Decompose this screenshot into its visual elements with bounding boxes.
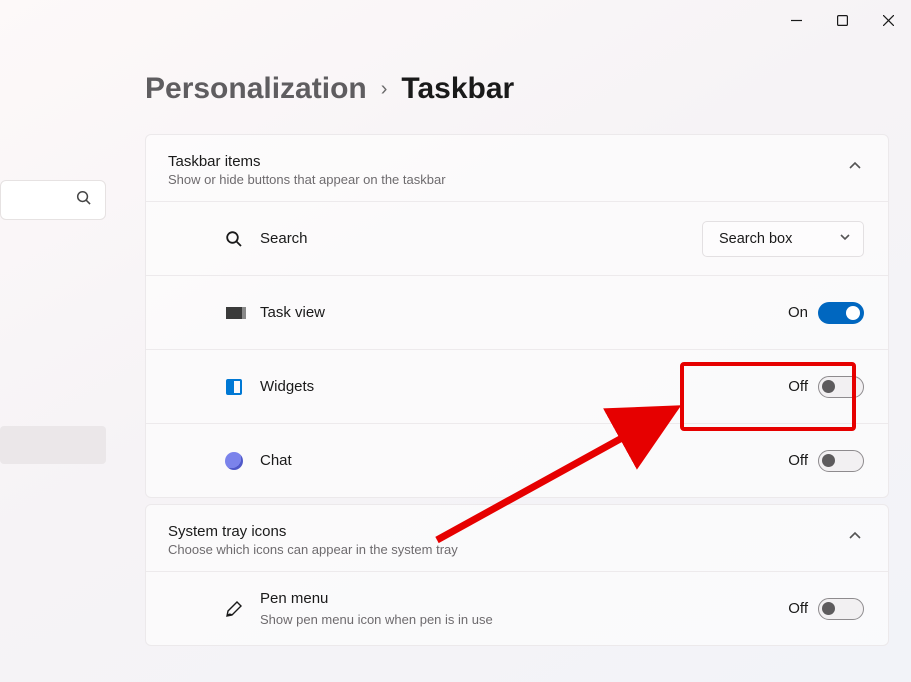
row-search: Search Search box <box>146 201 888 275</box>
search-mode-dropdown[interactable]: Search box <box>702 221 864 257</box>
row-label-widgets: Widgets <box>260 378 314 395</box>
chat-icon <box>224 451 244 471</box>
maximize-button[interactable] <box>819 4 865 36</box>
section-taskbar-items: Taskbar items Show or hide buttons that … <box>145 134 889 498</box>
breadcrumb: Personalization › Taskbar <box>145 72 889 106</box>
section-title: Taskbar items <box>168 153 446 170</box>
section-subtitle: Choose which icons can appear in the sys… <box>168 542 458 557</box>
toggle-task-view[interactable] <box>818 302 864 324</box>
row-label-pen-menu: Pen menu <box>260 590 328 607</box>
row-pen-menu: Pen menu Show pen menu icon when pen is … <box>146 571 888 645</box>
search-icon <box>76 190 91 210</box>
toggle-state-widgets: Off <box>788 378 808 395</box>
breadcrumb-separator: › <box>381 78 388 101</box>
row-task-view: Task view On <box>146 275 888 349</box>
left-nav <box>0 180 106 464</box>
toggle-pen-menu[interactable] <box>818 598 864 620</box>
section-header-taskbar-items[interactable]: Taskbar items Show or hide buttons that … <box>146 135 888 201</box>
pen-menu-icon <box>224 599 244 619</box>
close-button[interactable] <box>865 4 911 36</box>
section-system-tray: System tray icons Choose which icons can… <box>145 504 889 646</box>
search-icon <box>224 229 244 249</box>
chevron-up-icon <box>848 159 862 178</box>
breadcrumb-current: Taskbar <box>401 72 514 106</box>
nav-search[interactable] <box>0 180 106 220</box>
window-titlebar <box>773 0 911 40</box>
chevron-down-icon <box>839 231 851 247</box>
toggle-state-pen-menu: Off <box>788 600 808 617</box>
toggle-chat[interactable] <box>818 450 864 472</box>
row-widgets: Widgets Off <box>146 349 888 423</box>
section-title: System tray icons <box>168 523 458 540</box>
section-subtitle: Show or hide buttons that appear on the … <box>168 172 446 187</box>
section-header-system-tray[interactable]: System tray icons Choose which icons can… <box>146 505 888 571</box>
minimize-button[interactable] <box>773 4 819 36</box>
widgets-icon <box>224 377 244 397</box>
dropdown-value: Search box <box>719 231 792 247</box>
row-label-chat: Chat <box>260 452 292 469</box>
task-view-icon <box>224 303 244 323</box>
toggle-widgets[interactable] <box>818 376 864 398</box>
nav-item-active[interactable] <box>0 426 106 464</box>
main-content: Personalization › Taskbar Taskbar items … <box>145 72 889 652</box>
row-chat: Chat Off <box>146 423 888 497</box>
chevron-up-icon <box>848 529 862 548</box>
toggle-state-chat: Off <box>788 452 808 469</box>
row-sub-pen-menu: Show pen menu icon when pen is in use <box>260 612 493 627</box>
row-label-task-view: Task view <box>260 304 325 321</box>
toggle-state-task-view: On <box>788 304 808 321</box>
breadcrumb-parent[interactable]: Personalization <box>145 72 367 106</box>
row-label-search: Search <box>260 230 308 247</box>
